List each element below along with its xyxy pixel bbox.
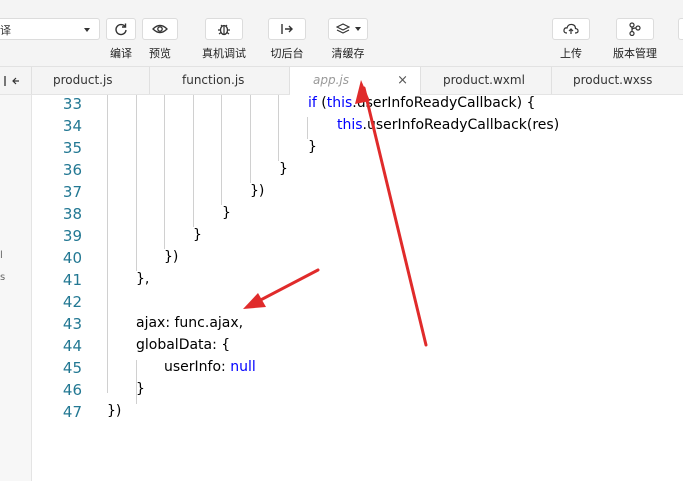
version-branch-icon xyxy=(629,22,641,36)
toggle-file-tree-button[interactable] xyxy=(0,67,32,94)
indent-guide xyxy=(164,95,165,249)
code-line: ajax: func.ajax, xyxy=(136,315,244,331)
line-number: 40 xyxy=(62,249,82,267)
clear-cache-button[interactable] xyxy=(328,18,368,40)
compile-label: 编译 xyxy=(110,47,132,60)
line-number: 47 xyxy=(62,403,82,421)
tab-product-js[interactable]: product.js xyxy=(32,67,150,94)
file-tree-fragment: s xyxy=(0,272,6,283)
tab-label: product.js xyxy=(53,73,113,87)
line-number: 39 xyxy=(62,227,82,245)
editor-tab-bar: product.js function.js app.js × product.… xyxy=(0,67,683,95)
code-line: }) xyxy=(107,403,122,419)
tab-label: app.js xyxy=(313,73,349,87)
keyword-token: this xyxy=(337,117,363,133)
line-number: 41 xyxy=(62,271,82,289)
switch-background-button[interactable] xyxy=(268,18,306,40)
chevron-down-icon xyxy=(354,27,361,31)
line-number: 43 xyxy=(62,315,82,333)
preview-button[interactable] xyxy=(142,18,178,40)
indent-guide xyxy=(250,95,251,183)
keyword-token: this xyxy=(326,95,353,111)
refresh-icon xyxy=(115,23,127,36)
file-tree-panel: l s xyxy=(0,95,32,481)
eye-icon xyxy=(152,24,168,34)
line-number: 38 xyxy=(62,205,82,223)
indent-guide xyxy=(221,95,222,205)
code-line: this.userInfoReadyCallback(res) xyxy=(337,117,560,133)
indent-guide xyxy=(107,95,108,393)
indent-guide xyxy=(307,117,308,139)
line-number: 46 xyxy=(62,381,82,399)
code-line: } xyxy=(279,161,288,177)
toolbar: 译 编译 预览 真机调试 切后台 清缓存 上传 版本管理 xyxy=(0,0,683,67)
code-line: }) xyxy=(250,183,265,199)
switch-background-label: 切后台 xyxy=(270,47,304,60)
bug-icon xyxy=(218,24,230,36)
code-line: }, xyxy=(136,271,150,287)
compile-mode-value: 译 xyxy=(0,24,11,37)
close-icon[interactable]: × xyxy=(397,67,408,94)
version-management-label: 版本管理 xyxy=(613,47,657,60)
line-number: 36 xyxy=(62,161,82,179)
line-number: 37 xyxy=(62,183,82,201)
upload-button[interactable] xyxy=(552,18,590,40)
cloud-upload-icon xyxy=(563,23,579,34)
upload-label: 上传 xyxy=(560,47,582,60)
keyword-token: if xyxy=(308,95,317,111)
indent-guide xyxy=(193,95,194,227)
tab-product-wxml[interactable]: product.wxml xyxy=(421,67,552,94)
line-number: 34 xyxy=(62,117,82,135)
version-management-button[interactable] xyxy=(616,18,654,40)
code-line: } xyxy=(222,205,231,221)
tab-label: product.wxml xyxy=(443,73,525,87)
tab-product-wxss[interactable]: product.wxss xyxy=(552,67,683,94)
code-line: } xyxy=(308,139,317,155)
line-number: 45 xyxy=(62,359,82,377)
keyword-token: null xyxy=(230,359,256,375)
preview-label: 预览 xyxy=(149,47,171,60)
collapse-panel-icon xyxy=(4,76,19,86)
clear-cache-label: 清缓存 xyxy=(331,47,365,60)
chevron-down-icon xyxy=(84,28,90,32)
layers-icon xyxy=(335,23,350,34)
device-debug-button[interactable] xyxy=(205,18,243,40)
compile-button[interactable] xyxy=(106,18,136,40)
code-line: }) xyxy=(164,249,179,265)
line-number: 44 xyxy=(62,337,82,355)
indent-guide xyxy=(136,95,137,271)
more-button[interactable] xyxy=(678,18,683,40)
code-line: } xyxy=(136,381,145,397)
tab-label: product.wxss xyxy=(573,73,653,87)
compile-mode-select[interactable]: 译 xyxy=(0,18,100,40)
switch-background-icon xyxy=(281,24,293,34)
code-line: globalData: { xyxy=(136,337,231,353)
tab-label: function.js xyxy=(182,73,245,87)
code-editor[interactable]: 33 34 35 36 37 38 39 40 41 42 43 44 45 4… xyxy=(32,95,683,481)
tab-function-js[interactable]: function.js xyxy=(150,67,290,94)
line-number: 42 xyxy=(62,293,82,311)
code-line: if (this.userInfoReadyCallback) { xyxy=(308,95,536,111)
code-line: userInfo: null xyxy=(164,359,256,375)
indent-guide xyxy=(278,95,279,161)
tab-app-js[interactable]: app.js × xyxy=(290,67,421,95)
file-tree-fragment: l xyxy=(0,250,3,261)
line-number: 35 xyxy=(62,139,82,157)
line-number: 33 xyxy=(62,95,82,113)
code-line: } xyxy=(193,227,202,243)
device-debug-label: 真机调试 xyxy=(202,47,246,60)
